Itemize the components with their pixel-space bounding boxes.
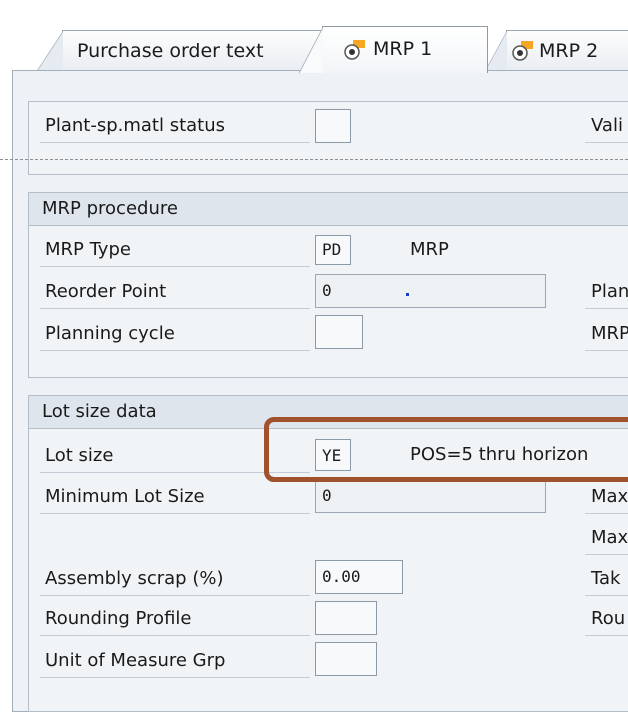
reorder-point-field[interactable]: 0 (315, 274, 546, 308)
reorder-point-label: Reorder Point (40, 276, 310, 309)
plant-sp-matl-status-field[interactable] (315, 109, 351, 143)
planned-delivery-label: Plan (585, 276, 628, 309)
valid-from-label: Vali (585, 110, 628, 143)
assembly-scrap-label: Assembly scrap (%) (40, 563, 310, 596)
mrp-type-field[interactable]: PD (315, 235, 351, 265)
tab-purchase-order-text[interactable]: Purchase order text (37, 30, 322, 71)
tab-label: Purchase order text (77, 40, 264, 62)
highlight-annotation (264, 417, 628, 482)
takt-time-label: Tak (585, 563, 628, 596)
rounding-value-label: Rou (585, 603, 628, 636)
plant-sp-matl-status-label: Plant-sp.matl status (40, 110, 310, 143)
minimum-lot-size-label: Minimum Lot Size (40, 481, 310, 514)
tab-mrp-2[interactable]: MRP 2 (485, 30, 628, 71)
section-divider (0, 159, 628, 160)
tab-edge (485, 31, 507, 71)
planning-cycle-field[interactable] (315, 315, 363, 349)
mrp-controller-label: MRP (585, 318, 628, 351)
rounding-profile-field[interactable] (315, 601, 377, 635)
tab-mrp-1[interactable]: MRP 1 (299, 26, 488, 73)
cursor-marker (406, 293, 409, 296)
rounding-profile-label: Rounding Profile (40, 603, 310, 636)
tab-edge (299, 27, 323, 73)
tab-label: MRP 1 (373, 38, 433, 60)
view-icon (512, 41, 533, 61)
minimum-lot-size-field[interactable]: 0 (315, 479, 546, 513)
mrp-type-label: MRP Type (40, 234, 310, 267)
planning-cycle-label: Planning cycle (40, 318, 310, 351)
unit-of-measure-grp-field[interactable] (315, 642, 377, 676)
unit-of-measure-grp-label: Unit of Measure Grp (40, 645, 310, 678)
mrp-type-description: MRP (410, 239, 449, 260)
tab-edge (37, 31, 63, 71)
maximum-stock-level-label: Max (585, 522, 628, 555)
view-icon (344, 40, 365, 60)
maximum-lot-size-label: Max (585, 481, 628, 514)
tab-label: MRP 2 (539, 40, 599, 62)
mrp-procedure-title: MRP procedure (29, 193, 628, 226)
assembly-scrap-field[interactable]: 0.00 (315, 560, 403, 594)
